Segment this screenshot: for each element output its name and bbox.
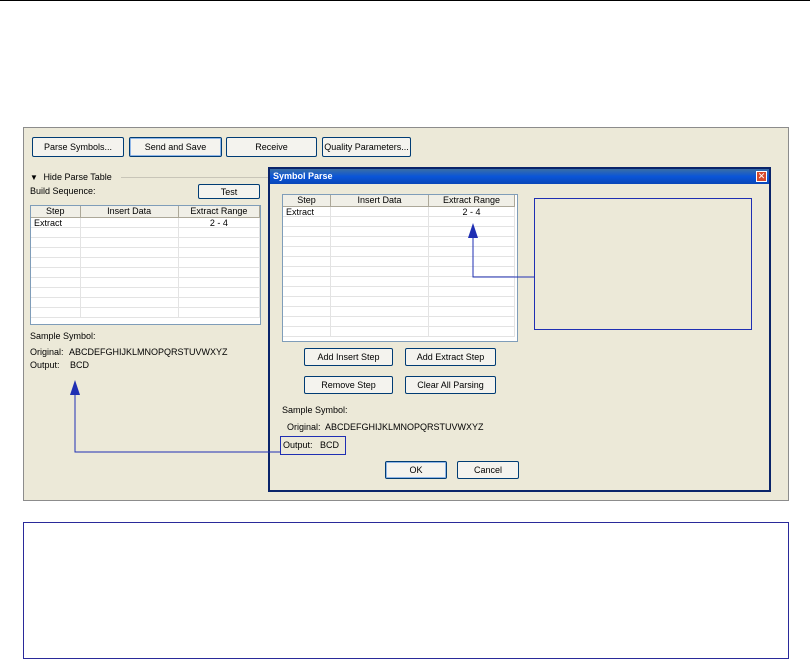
note-box <box>23 522 789 659</box>
callout-arrow-line <box>472 235 534 278</box>
arrow-head-icon <box>468 223 478 238</box>
output-arrow-line <box>74 392 281 453</box>
arrow-head-icon <box>70 380 80 395</box>
